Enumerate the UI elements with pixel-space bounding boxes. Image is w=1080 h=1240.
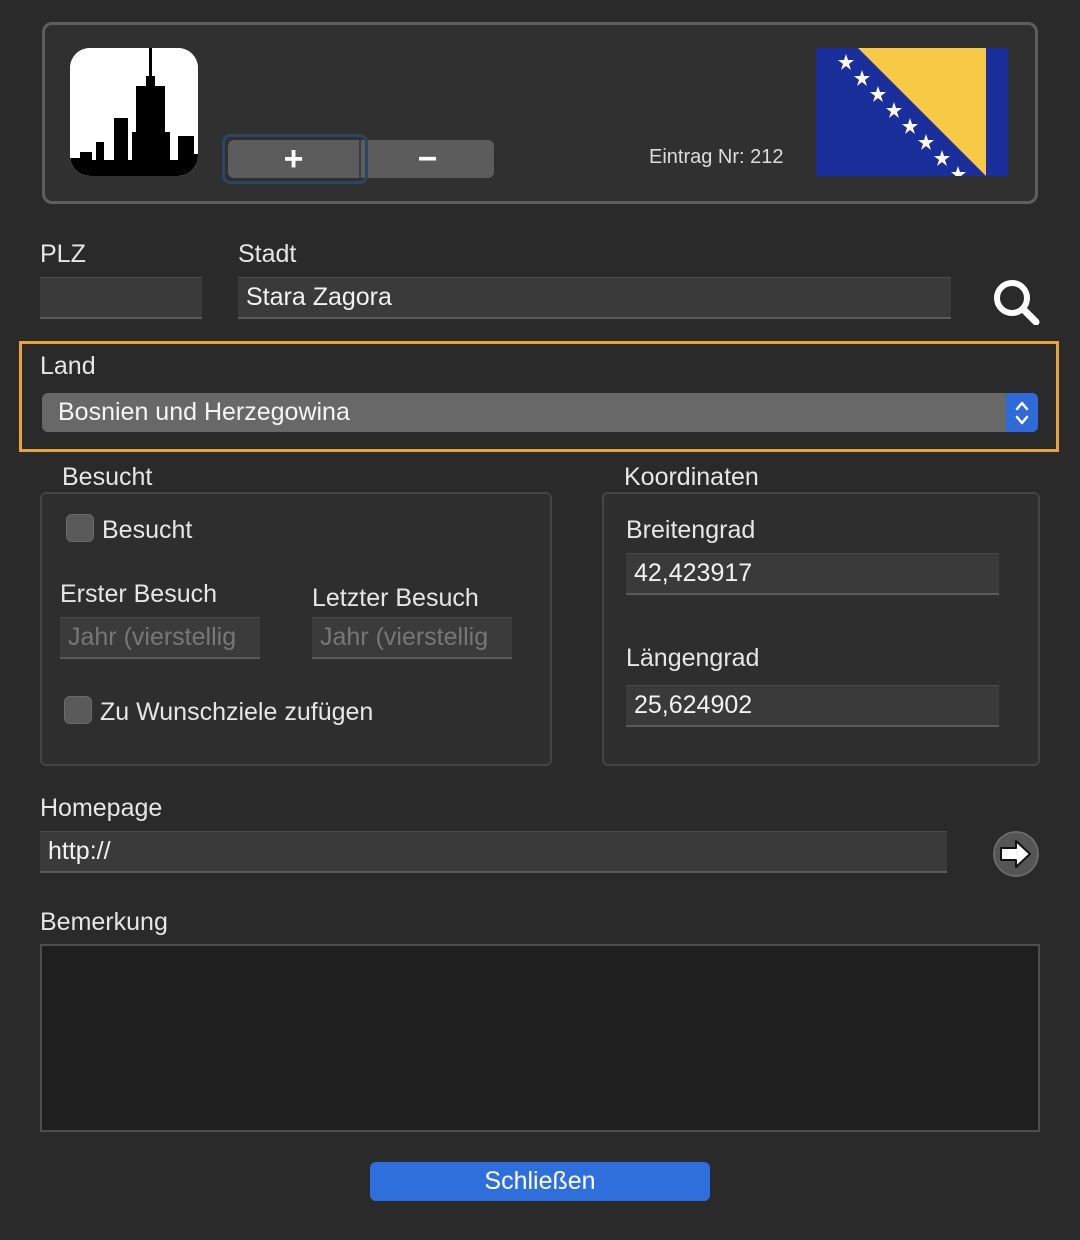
besucht-checkbox-label: Besucht xyxy=(102,516,193,544)
letzter-besuch-field[interactable]: Jahr (vierstellig xyxy=(312,617,512,659)
stadt-label: Stadt xyxy=(238,240,297,268)
remove-entry-button[interactable]: − xyxy=(361,140,494,178)
wunschziele-checkbox[interactable] xyxy=(64,696,92,724)
close-button[interactable]: Schließen xyxy=(370,1162,710,1201)
bosnia-herzegovina-flag-icon xyxy=(816,48,1008,176)
city-skyline-icon xyxy=(70,48,198,176)
letzter-besuch-label: Letzter Besuch xyxy=(312,584,479,612)
laengengrad-label: Längengrad xyxy=(626,644,760,672)
besucht-checkbox[interactable] xyxy=(66,514,94,542)
land-label: Land xyxy=(40,352,96,380)
plz-field[interactable] xyxy=(40,277,202,319)
land-popup[interactable]: Bosnien und Herzegowina xyxy=(42,393,1038,432)
add-entry-button[interactable]: + xyxy=(228,140,361,178)
laengengrad-field[interactable]: 25,624902 xyxy=(626,685,999,727)
entry-number-label: Eintrag Nr: 212 xyxy=(649,146,784,168)
homepage-label: Homepage xyxy=(40,794,163,822)
breitengrad-field[interactable]: 42,423917 xyxy=(626,553,999,595)
chevron-updown-icon xyxy=(1006,393,1038,432)
arrow-right-icon[interactable] xyxy=(992,830,1040,878)
erster-besuch-label: Erster Besuch xyxy=(60,580,218,608)
land-selected-value: Bosnien und Herzegowina xyxy=(58,398,350,426)
erster-besuch-field[interactable]: Jahr (vierstellig xyxy=(60,617,260,659)
search-icon[interactable] xyxy=(990,277,1042,326)
koordinaten-group-title: Koordinaten xyxy=(624,463,759,491)
bemerkung-label: Bemerkung xyxy=(40,908,168,936)
besucht-group-title: Besucht xyxy=(62,463,153,491)
homepage-field[interactable]: http:// xyxy=(40,831,947,873)
add-remove-segmented-control: + − xyxy=(228,140,494,178)
wunschziele-checkbox-label: Zu Wunschziele zufügen xyxy=(100,698,374,726)
plz-label: PLZ xyxy=(40,240,86,268)
bemerkung-textarea[interactable] xyxy=(40,944,1040,1132)
breitengrad-label: Breitengrad xyxy=(626,516,756,544)
stadt-field[interactable]: Stara Zagora xyxy=(238,277,951,319)
